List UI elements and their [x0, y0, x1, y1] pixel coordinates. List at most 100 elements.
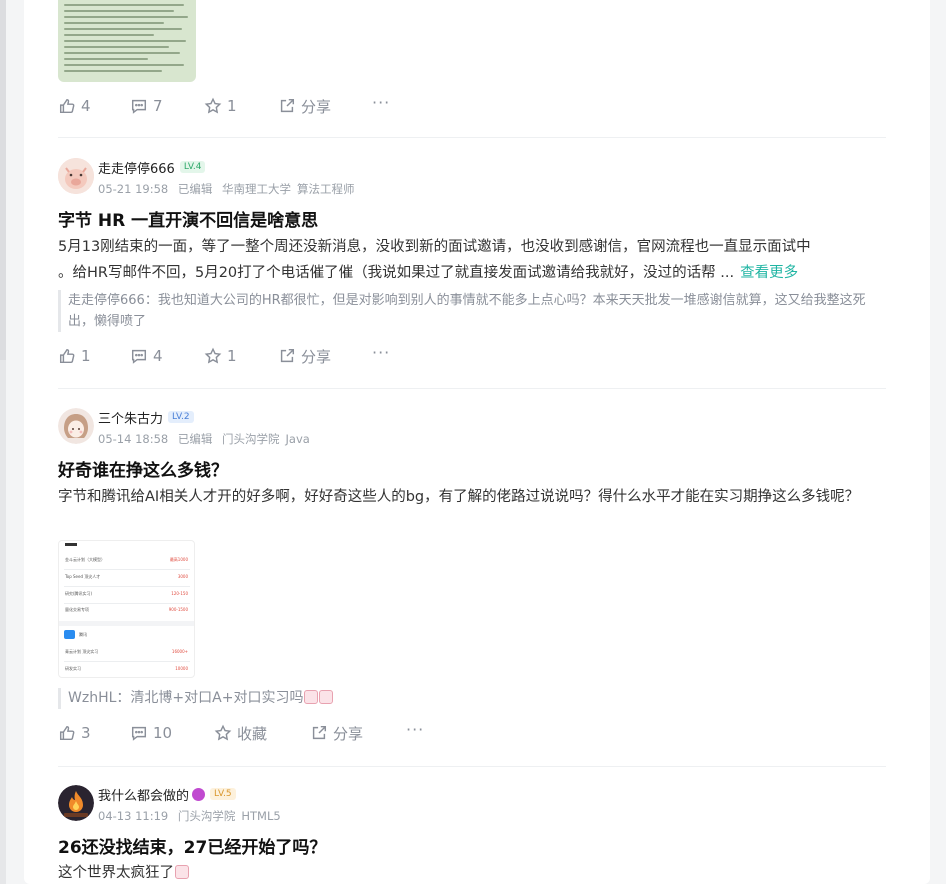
top-comment[interactable]: 走走停停666：我也知道大公司的HR都很忙，但是对影响到别人的事情就不能多上点心… — [58, 290, 888, 332]
thumb-row-name: 研究(腾讯实习) — [65, 591, 93, 596]
like-count: 4 — [81, 97, 91, 115]
avatar[interactable] — [58, 785, 94, 821]
thumb-row-divider — [64, 603, 190, 604]
post-date: 04-13 11:19 — [98, 809, 169, 823]
ellipsis-icon: ··· — [372, 92, 391, 112]
share-icon — [280, 98, 295, 113]
more-options-button[interactable]: ··· — [372, 93, 390, 112]
post-body-text: 这个世界太疯狂了 — [58, 865, 174, 881]
thumb-row-pay: 3000 — [177, 574, 188, 579]
left-scroll-thumb[interactable] — [0, 0, 6, 360]
share-label: 分享 — [301, 97, 332, 116]
share-button[interactable]: 分享 — [278, 96, 372, 117]
thumb-row-name: Top Seed 顶尖人才 — [65, 574, 101, 579]
post-body[interactable]: 5月13刚结束的一面，等了一整个周还没新消息，没收到新的面试邀请，也没收到感谢信… — [58, 234, 888, 286]
right-gutter — [930, 0, 946, 884]
post-divider — [58, 766, 886, 767]
level-badge: LV.4 — [179, 161, 206, 173]
author-job: Java — [285, 432, 310, 446]
post-body[interactable]: 这个世界太疯狂了 — [58, 860, 888, 884]
cat-emoji-icon — [175, 865, 189, 879]
thumb-row-name: 金斗云计划（大模型） — [65, 557, 105, 562]
post-image-thumbnail[interactable] — [58, 0, 196, 82]
author-name-row: 我什么都会做的 LV.5 — [98, 785, 236, 804]
author-school: 门头沟学院 — [222, 432, 280, 446]
edited-tag: 已编辑 — [177, 182, 213, 196]
avatar[interactable] — [58, 408, 94, 444]
thumb-row-pay: 900-1500 — [168, 607, 188, 612]
post-meta: 04-13 11:19 门头沟学院 HTML5 — [98, 808, 287, 824]
share-label: 分享 — [301, 347, 332, 366]
avatar-girl-icon — [58, 408, 94, 444]
comment-icon — [131, 99, 147, 114]
read-more-link[interactable]: 查看更多 — [740, 265, 798, 281]
comment-author: WzhHL： — [68, 690, 131, 706]
thumb-row-name: 量化交易专项 — [65, 607, 89, 612]
post-divider — [58, 137, 886, 138]
post-actions: 1 4 1 分享 ··· — [58, 343, 390, 368]
comment-count: 4 — [153, 347, 163, 365]
like-button[interactable]: 1 — [58, 347, 130, 365]
author-school: 华南理工大学 — [222, 182, 292, 196]
left-scroll-track — [0, 0, 6, 884]
tencent-logo-icon — [64, 630, 75, 639]
comment-button[interactable]: 4 — [130, 347, 204, 365]
author-name-row: 走走停停666 LV.4 — [98, 158, 206, 177]
post-date: 05-21 19:58 — [98, 182, 169, 196]
comment-text: 我也知道大公司的HR都很忙，但是对影响到别人的事情就不能多上点心吗？本来天天批发… — [68, 293, 866, 329]
ellipsis-icon: ··· — [372, 342, 391, 362]
thumb-row-pay: 16000+ — [171, 649, 188, 654]
more-options-button[interactable]: ··· — [372, 343, 390, 362]
like-button[interactable]: 3 — [58, 724, 130, 742]
more-options-button[interactable]: ··· — [406, 720, 424, 739]
level-badge: LV.2 — [168, 411, 194, 423]
post-title[interactable]: 字节 HR 一直开演不回信是啥意思 — [58, 206, 318, 231]
comment-button[interactable]: 7 — [130, 97, 204, 115]
comment-author: 走走停停666： — [68, 293, 158, 308]
star-icon — [214, 724, 232, 741]
star-button[interactable]: 1 — [204, 97, 278, 115]
comment-button[interactable]: 10 — [130, 724, 214, 742]
post-actions: 3 10 收藏 分享 ··· — [58, 720, 424, 745]
post-title[interactable]: 26还没找结束，27已经开始了吗？ — [58, 833, 326, 858]
like-count: 1 — [81, 347, 91, 365]
thumb-row-name: 青云计划 顶尖实习 — [65, 649, 99, 654]
avatar-fire-icon — [58, 785, 94, 821]
like-button[interactable]: 4 — [58, 97, 130, 115]
author-name[interactable]: 三个朱古力 — [98, 408, 163, 427]
favorite-label: 收藏 — [237, 724, 268, 743]
author-name[interactable]: 我什么都会做的 — [98, 785, 189, 804]
comment-icon — [131, 349, 147, 364]
share-button[interactable]: 分享 — [278, 346, 372, 367]
thumb-row-pay: 10000 — [175, 666, 188, 671]
thumb-row-divider — [64, 569, 190, 570]
thumbs-up-icon — [59, 725, 75, 741]
post-meta: 05-21 19:58 已编辑 华南理工大学 算法工程师 — [98, 181, 361, 197]
post-image-thumbnail[interactable]: 金斗云计划（大模型） 最高1000 Top Seed 顶尖人才 3000 研究(… — [58, 540, 195, 678]
avatar[interactable] — [58, 158, 94, 194]
comment-count: 10 — [153, 724, 173, 742]
cat-emoji-icon — [192, 787, 206, 801]
post-title[interactable]: 好奇谁在挣这么多钱？ — [58, 456, 228, 481]
author-job: 算法工程师 — [297, 182, 355, 196]
avatar-pig-icon — [58, 158, 94, 194]
share-button[interactable]: 分享 — [310, 723, 406, 744]
thumb-header — [65, 543, 77, 546]
star-count: 1 — [227, 97, 237, 115]
like-count: 3 — [81, 724, 91, 742]
share-label: 分享 — [333, 724, 364, 743]
post-body-line-2: 。给HR写邮件不回，5月20打了个电话催了催（我说如果过了就直接发面试邀请给我就… — [58, 265, 799, 281]
post-body-line-1: 5月13刚结束的一面，等了一整个周还没新消息，没收到新的面试邀请，也没收到感谢信… — [58, 239, 811, 255]
edited-tag: 已编辑 — [177, 432, 213, 446]
top-comment[interactable]: WzhHL：清北博+对口A+对口实习吗 — [58, 688, 888, 709]
star-icon — [204, 97, 222, 114]
favorite-button[interactable]: 收藏 — [214, 723, 310, 744]
thumb-row-divider — [64, 586, 190, 587]
star-button[interactable]: 1 — [204, 347, 278, 365]
post-body[interactable]: 字节和腾讯给AI相关人才开的好多啊，好好奇这些人的bg，有了解的佬路过说说吗？得… — [58, 484, 898, 510]
thumbs-up-icon — [59, 98, 75, 114]
comment-count: 7 — [153, 97, 163, 115]
thumb-row-pay: 最高1000 — [169, 557, 188, 562]
share-icon — [280, 348, 295, 363]
author-name[interactable]: 走走停停666 — [98, 158, 175, 177]
